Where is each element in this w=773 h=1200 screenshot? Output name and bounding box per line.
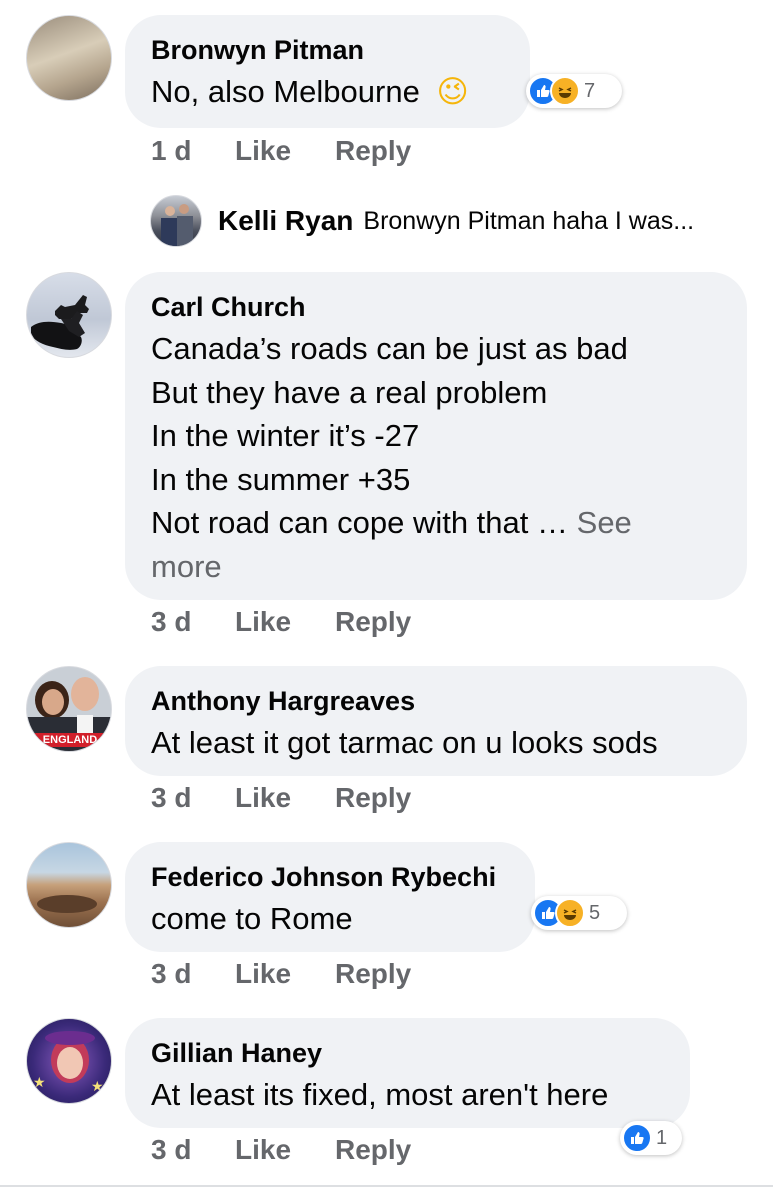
dog-silhouette-icon <box>31 295 89 350</box>
avatar[interactable]: ENGLAND <box>26 666 112 752</box>
haha-reaction-icon <box>555 898 585 928</box>
comment-text: Canada’s roads can be just as bad But th… <box>151 327 721 588</box>
comment-text-line: At least it got tarmac on u looks sods <box>151 725 658 760</box>
comment-actions: 3 d Like Reply <box>151 956 411 992</box>
comment-actions: 3 d Like Reply <box>151 780 411 816</box>
comment-bubble: Anthony Hargreaves At least it got tarma… <box>125 666 747 776</box>
divider <box>0 1185 773 1187</box>
like-button[interactable]: Like <box>235 782 335 814</box>
comment-author[interactable]: Gillian Haney <box>151 1036 664 1070</box>
reactions-summary[interactable]: 7 <box>526 74 622 108</box>
comment-text: At least its fixed, most aren't here <box>151 1073 664 1117</box>
avatar[interactable] <box>26 15 112 101</box>
comment-text-line: No, also Melbourne <box>151 74 420 109</box>
like-reaction-icon <box>622 1123 652 1153</box>
comment-timestamp[interactable]: 3 d <box>151 958 235 990</box>
comment-bubble: Gillian Haney At least its fixed, most a… <box>125 1018 690 1128</box>
reply-preview[interactable]: Kelli Ryan Bronwyn Pitman haha I was... <box>150 195 694 247</box>
comment-text: At least it got tarmac on u looks sods <box>151 721 721 765</box>
comment-bubble: Bronwyn Pitman No, also Melbourne 😉 <box>125 15 530 128</box>
comment-text-line: But they have a real problem <box>151 374 548 410</box>
wink-emoji-icon: 😉 <box>436 74 469 110</box>
comment-text-line: At least its fixed, most aren't here <box>151 1077 609 1112</box>
reply-author[interactable]: Kelli Ryan <box>218 205 353 237</box>
avatar[interactable] <box>150 195 202 247</box>
comment-actions: 1 d Like Reply <box>151 133 411 169</box>
comment-text: No, also Melbourne 😉 <box>151 70 504 115</box>
reply-button[interactable]: Reply <box>335 606 411 638</box>
comment-author[interactable]: Carl Church <box>151 290 721 324</box>
reactions-summary[interactable]: 5 <box>531 896 627 930</box>
like-button[interactable]: Like <box>235 958 335 990</box>
haha-reaction-icon <box>550 76 580 106</box>
star-icon: ★ <box>33 1075 46 1091</box>
comment-timestamp[interactable]: 1 d <box>151 135 235 167</box>
comment-actions: 3 d Like Reply <box>151 604 411 640</box>
reaction-count: 7 <box>584 79 596 102</box>
reply-button[interactable]: Reply <box>335 958 411 990</box>
reaction-count: 5 <box>589 901 601 924</box>
comment-text-line: In the winter it’s -27 <box>151 418 420 453</box>
comment-text-line: Not road can cope with that … See <box>151 501 721 545</box>
comment-text-line: come to Rome <box>151 901 353 936</box>
comment-text-segment: Not road can cope with that … <box>151 505 569 540</box>
avatar[interactable] <box>26 272 112 358</box>
reply-snippet: Bronwyn Pitman haha I was... <box>363 206 695 235</box>
comment-author[interactable]: Federico Johnson Rybechi <box>151 860 509 894</box>
comment-timestamp[interactable]: 3 d <box>151 1134 235 1166</box>
comment-timestamp[interactable]: 3 d <box>151 782 235 814</box>
comment-author[interactable]: Anthony Hargreaves <box>151 684 721 718</box>
comment-text-line: Canada’s roads can be just as bad <box>151 331 628 366</box>
reply-button[interactable]: Reply <box>335 782 411 814</box>
like-button[interactable]: Like <box>235 1134 335 1166</box>
see-more-link[interactable]: See <box>577 505 632 540</box>
comment-text: come to Rome <box>151 897 509 941</box>
star-icon: ★ <box>91 1079 104 1095</box>
comment-bubble: Federico Johnson Rybechi come to Rome <box>125 842 535 952</box>
comment-text-line: In the summer +35 <box>151 461 411 497</box>
avatar[interactable] <box>26 842 112 928</box>
comment-timestamp[interactable]: 3 d <box>151 606 235 638</box>
reply-button[interactable]: Reply <box>335 1134 411 1166</box>
reactions-summary[interactable]: 1 <box>620 1121 682 1155</box>
comment-author[interactable]: Bronwyn Pitman <box>151 33 504 67</box>
see-more-link-continued[interactable]: more <box>151 545 721 589</box>
avatar-badge: ENGLAND <box>27 733 111 747</box>
reaction-count: 1 <box>656 1126 668 1149</box>
like-button[interactable]: Like <box>235 606 335 638</box>
comment-bubble: Carl Church Canada’s roads can be just a… <box>125 272 747 600</box>
reply-button[interactable]: Reply <box>335 135 411 167</box>
avatar[interactable]: ★ ★ <box>26 1018 112 1104</box>
comment-actions: 3 d Like Reply <box>151 1132 411 1168</box>
like-button[interactable]: Like <box>235 135 335 167</box>
